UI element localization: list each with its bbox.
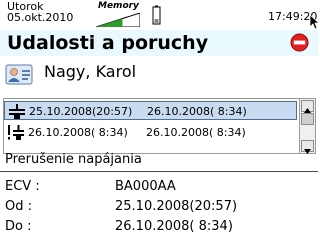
stop-sign-icon[interactable] xyxy=(290,33,309,52)
status-bar: Utorok 05.okt.2010 Memory 17:49:20 xyxy=(0,0,319,30)
ecv-value: BA000AA xyxy=(115,179,176,194)
from-label: Od : xyxy=(5,199,32,214)
page-title: Udalosti a poruchy xyxy=(7,32,209,54)
ecv-label: ECV : xyxy=(5,179,40,194)
event-from: 26.10.2008( 8:34) xyxy=(28,126,128,139)
from-value: 25.10.2008(20:57) xyxy=(115,199,238,214)
event-from: 25.10.2008(20:57) xyxy=(29,105,133,118)
event-to: 26.10.2008( 8:34) xyxy=(146,126,246,139)
to-value: 26.10.2008( 8:34) xyxy=(115,219,233,234)
user-card-icon xyxy=(5,64,33,85)
list-item[interactable]: 26.10.2008( 8:34) 26.10.2008( 8:34) xyxy=(4,123,297,142)
user-name: Nagy, Karol xyxy=(44,62,137,81)
status-date: 05.okt.2010 xyxy=(7,11,74,24)
memory-gauge-icon xyxy=(96,13,140,27)
power-plug-icon xyxy=(9,104,25,119)
detail-title: Prerušenie napájania xyxy=(5,152,142,167)
list-item[interactable]: 25.10.2008(20:57) 26.10.2008( 8:34) xyxy=(4,101,297,120)
mouse-pointer-icon xyxy=(309,14,319,30)
warning-power-icon xyxy=(8,125,24,140)
scrollbar[interactable] xyxy=(299,99,315,154)
event-list[interactable]: 25.10.2008(20:57) 26.10.2008( 8:34) 26.1… xyxy=(3,98,316,154)
to-label: Do : xyxy=(5,219,32,234)
scroll-up-button[interactable] xyxy=(301,100,314,113)
arrow-down-icon xyxy=(304,149,311,154)
memory-label: Memory xyxy=(98,1,139,11)
battery-icon xyxy=(152,5,161,25)
scroll-thumb[interactable] xyxy=(301,113,314,125)
scroll-down-button[interactable] xyxy=(301,140,314,154)
event-to: 26.10.2008( 8:34) xyxy=(147,105,247,118)
divider xyxy=(0,171,318,172)
title-bar: Udalosti a poruchy xyxy=(0,30,318,56)
